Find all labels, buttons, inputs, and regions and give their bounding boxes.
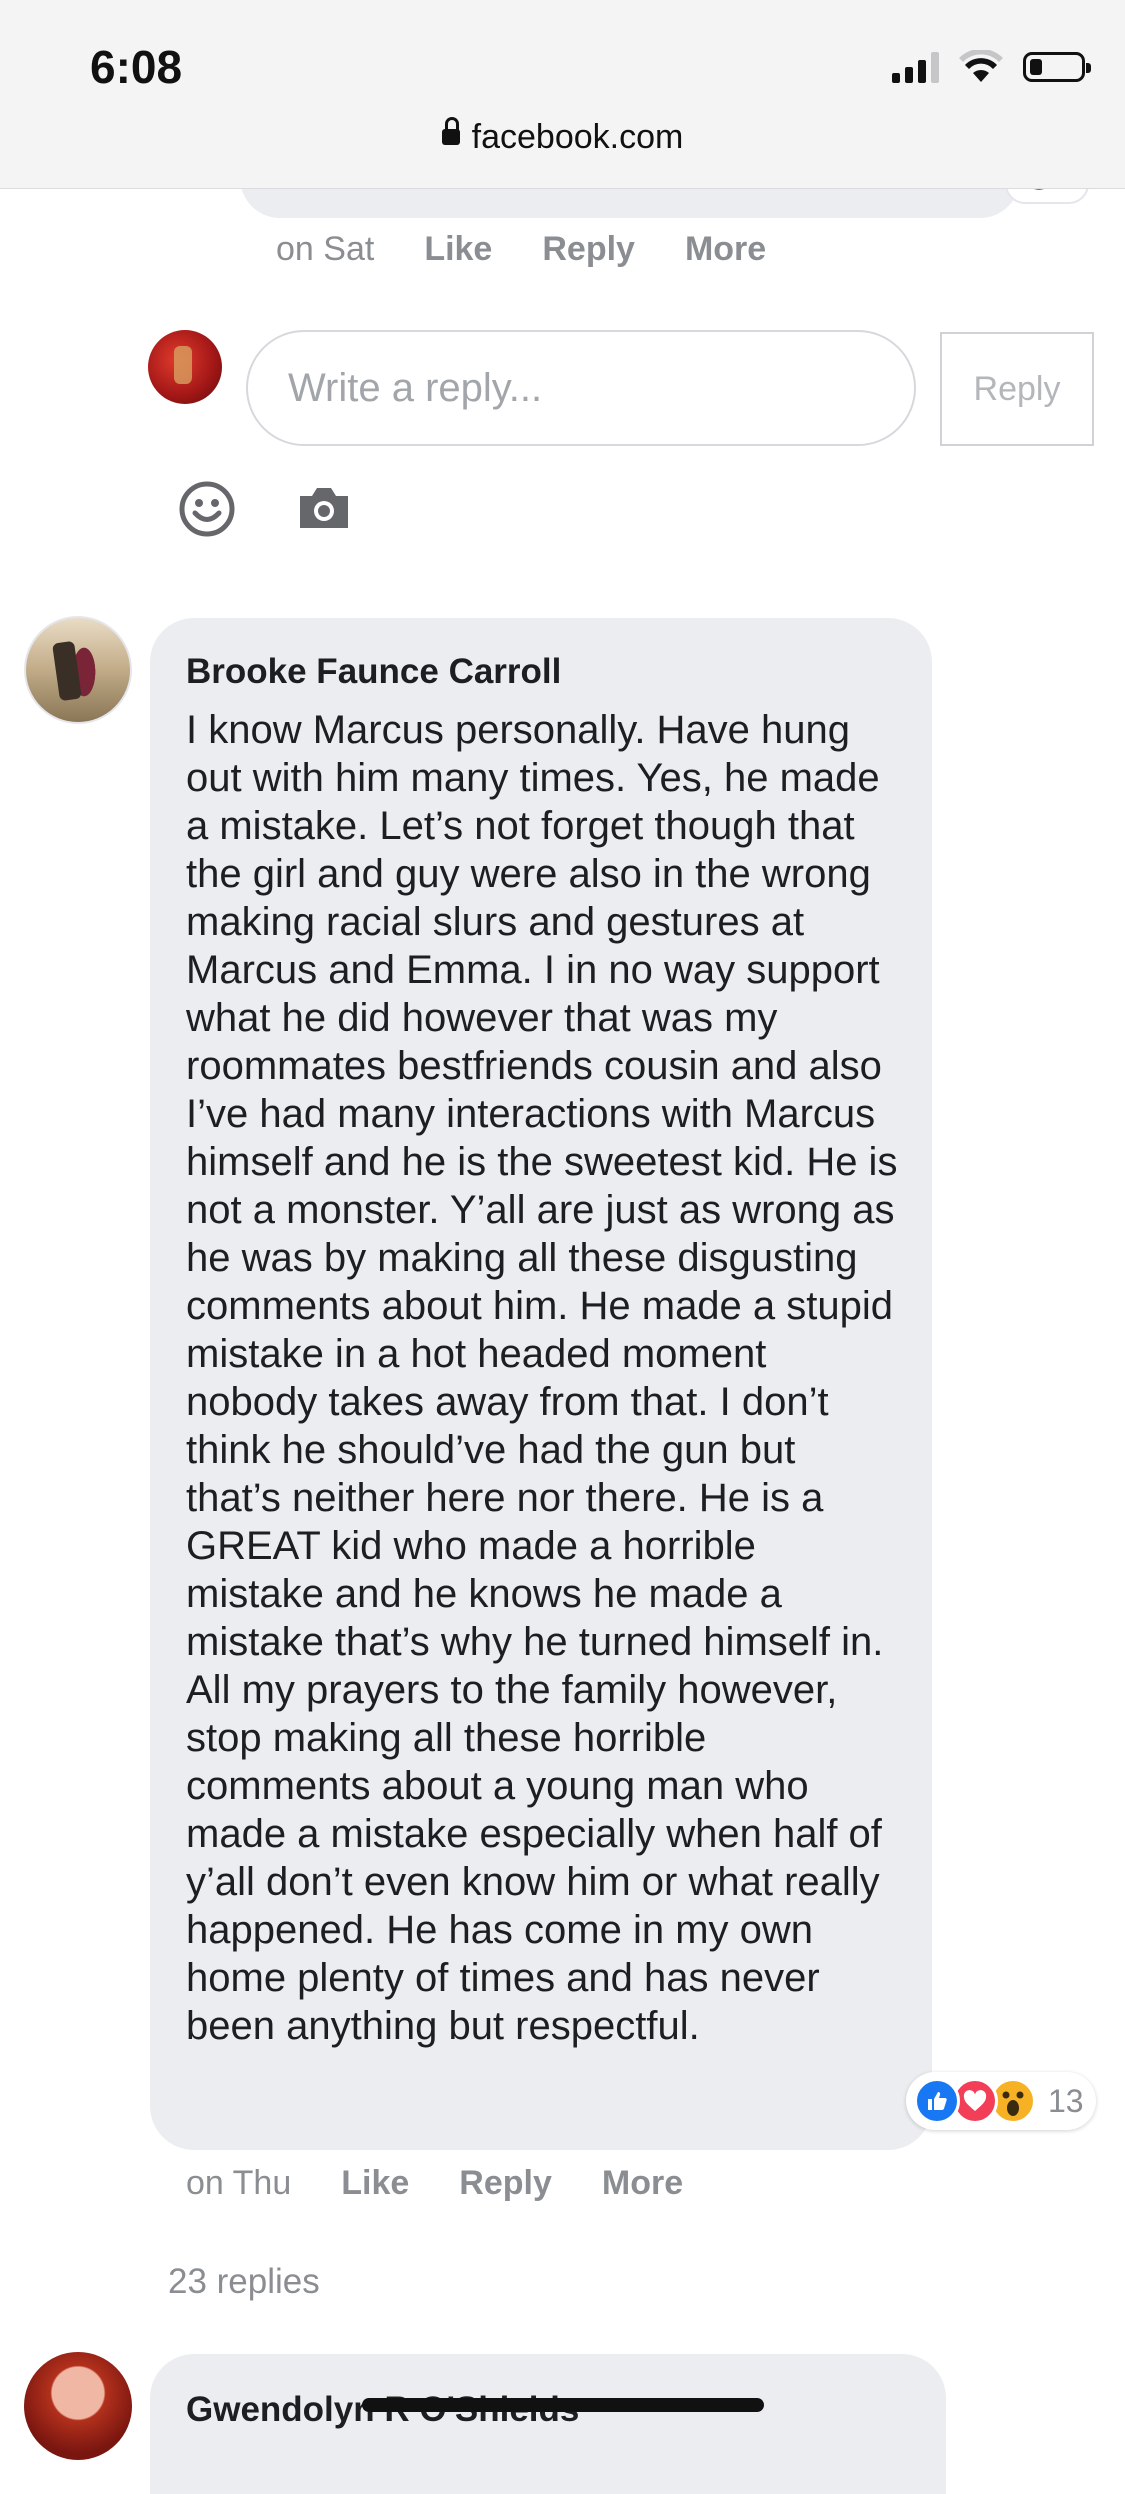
wifi-icon: [959, 50, 1003, 82]
battery-icon: [1023, 52, 1091, 82]
next-comment-bubble: Gwendolyn R O'Shields: [150, 2354, 946, 2494]
reply-link[interactable]: Reply: [542, 230, 635, 269]
reply-link[interactable]: Reply: [459, 2164, 552, 2203]
lock-icon: [441, 117, 460, 146]
emoji-icon[interactable]: [178, 480, 236, 538]
status-icons: [892, 50, 1091, 84]
url-text: facebook.com: [471, 118, 684, 156]
comment-timestamp[interactable]: on Thu: [186, 2164, 291, 2203]
more-link[interactable]: More: [685, 230, 766, 269]
comment-bubble: Brooke Faunce Carroll I know Marcus pers…: [150, 618, 932, 2150]
like-link[interactable]: Like: [341, 2164, 409, 2203]
like-reaction-icon: [914, 2078, 960, 2124]
comment-text: I know Marcus personally. Have hung out …: [186, 708, 898, 2048]
comment-timestamp[interactable]: on Sat: [276, 230, 374, 269]
comment-actions: on Thu Like Reply More: [186, 2164, 683, 2203]
reaction-summary[interactable]: 13: [906, 2072, 1096, 2130]
camera-icon[interactable]: [296, 482, 352, 532]
reply-submit-button[interactable]: Reply: [940, 332, 1094, 446]
reply-input[interactable]: Write a reply...: [246, 330, 916, 446]
reaction-count: 13: [1048, 2082, 1084, 2119]
comment-author[interactable]: Brooke Faunce Carroll: [186, 652, 898, 692]
home-indicator[interactable]: [362, 2398, 764, 2412]
status-time: 6:08: [90, 41, 183, 93]
browser-top-bar: 6:08 facebook.com: [0, 0, 1125, 189]
more-link[interactable]: More: [602, 2164, 683, 2203]
commenter-avatar[interactable]: [24, 616, 132, 724]
next-commenter-avatar[interactable]: [24, 2352, 132, 2460]
url-bar[interactable]: facebook.com: [0, 117, 1125, 157]
signal-icon: [892, 51, 939, 83]
previous-comment-actions: on Sat Like Reply More: [276, 230, 766, 269]
like-link[interactable]: Like: [424, 230, 492, 269]
view-replies-link[interactable]: 23 replies: [168, 2262, 320, 2302]
current-user-avatar: [148, 330, 222, 404]
